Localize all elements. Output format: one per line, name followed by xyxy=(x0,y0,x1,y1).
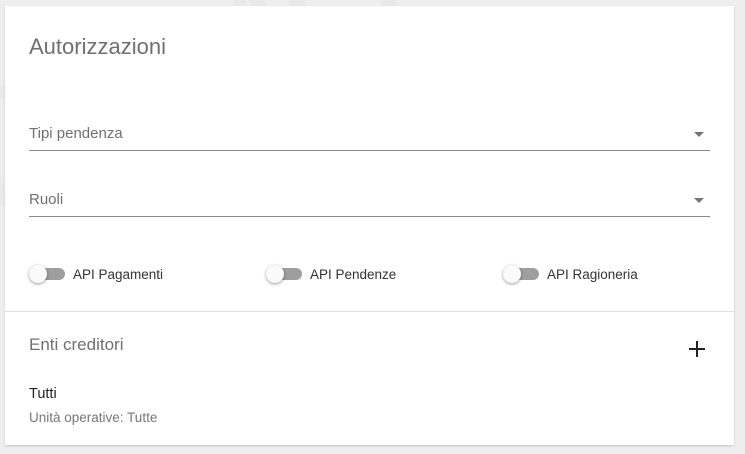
page-title: Autorizzazioni xyxy=(29,34,166,59)
toggle-track[interactable] xyxy=(503,265,539,283)
toggle-api-pagamenti[interactable]: API Pagamenti xyxy=(29,265,164,283)
ente-item-title: Tutti xyxy=(29,386,57,402)
dropdown-arrow-icon xyxy=(694,132,704,137)
ente-item-subtitle: Unità operative: Tutte xyxy=(29,410,158,425)
dropdown-arrow-icon xyxy=(694,198,704,203)
ruoli-select[interactable]: Ruoli xyxy=(29,178,710,217)
authorizations-card: Autorizzazioni Tipi pendenza Ruoli API P… xyxy=(5,6,734,445)
toggle-thumb[interactable] xyxy=(503,265,521,283)
tipi-pendenza-select[interactable]: Tipi pendenza xyxy=(29,112,710,151)
section-divider xyxy=(5,311,734,312)
toggle-track[interactable] xyxy=(266,265,302,283)
enti-creditori-title: Enti creditori xyxy=(29,335,124,354)
toggle-thumb[interactable] xyxy=(29,265,47,283)
toggle-thumb[interactable] xyxy=(266,265,284,283)
toggle-track[interactable] xyxy=(29,265,65,283)
toggle-label: API Ragioneria xyxy=(547,266,638,282)
ruoli-label: Ruoli xyxy=(29,191,64,208)
toggle-api-ragioneria[interactable]: API Ragioneria xyxy=(503,265,638,283)
plus-icon[interactable] xyxy=(685,337,709,361)
toggle-label: API Pagamenti xyxy=(73,266,164,282)
toggle-api-pendenze[interactable]: API Pendenze xyxy=(266,265,397,283)
tipi-pendenza-label: Tipi pendenza xyxy=(29,125,123,142)
toggle-label: API Pendenze xyxy=(310,266,397,282)
